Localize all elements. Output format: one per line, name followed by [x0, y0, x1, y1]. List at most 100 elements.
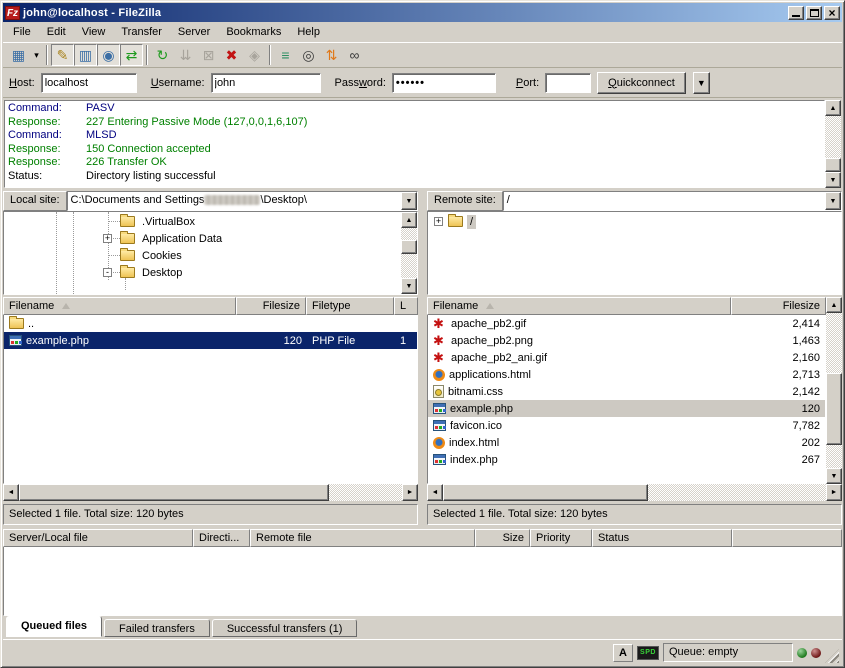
scroll-left-icon[interactable]: ◄ [427, 484, 443, 501]
port-input[interactable] [545, 73, 591, 93]
tree-expander-icon[interactable]: + [103, 234, 112, 243]
column-header[interactable]: Filename [427, 297, 731, 315]
column-header[interactable]: Filetype [306, 297, 394, 315]
synchronized-browsing-button[interactable]: ⇅ [320, 44, 343, 66]
remote-list-hscrollbar[interactable]: ◄ ► [427, 484, 842, 501]
site-manager-button[interactable]: ▦ [7, 44, 30, 66]
menu-server[interactable]: Server [170, 24, 218, 40]
tree-expander-icon[interactable]: + [434, 217, 443, 226]
scrollbar-thumb[interactable] [19, 484, 329, 501]
refresh-button[interactable]: ↻ [151, 44, 174, 66]
column-header[interactable]: Filesize [731, 297, 826, 315]
table-row[interactable]: index.php 267 [428, 451, 825, 468]
table-row[interactable]: applications.html 2,713 [428, 366, 825, 383]
scroll-right-icon[interactable]: ► [826, 484, 842, 501]
cancel-operation-button[interactable]: ⊠ [197, 44, 220, 66]
close-button[interactable]: × [824, 6, 840, 20]
toggle-remote-tree-button[interactable]: ◉ [97, 44, 120, 66]
scrollbar-thumb[interactable] [826, 373, 842, 445]
pane-splitter[interactable] [418, 191, 427, 295]
table-row[interactable]: apache_pb2.png 1,463 [428, 332, 825, 349]
menu-file[interactable]: File [5, 24, 39, 40]
menu-edit[interactable]: Edit [39, 24, 74, 40]
local-path-combobox[interactable]: C:\Documents and Settings\Desktop\ ▼ [67, 191, 418, 211]
table-row[interactable]: .. [4, 315, 417, 332]
chevron-down-icon[interactable]: ▼ [401, 192, 417, 210]
transfer-type-indicator-icon[interactable]: A [613, 644, 633, 662]
scroll-down-icon[interactable]: ▼ [825, 172, 841, 188]
toggle-local-tree-button[interactable]: ▥ [74, 44, 97, 66]
menu-help[interactable]: Help [289, 24, 328, 40]
tree-item[interactable]: - Desktop [4, 264, 401, 281]
tab-failed-transfers[interactable]: Failed transfers [104, 619, 210, 637]
transfer-queue-pane: Server/Local file Directi... Remote file… [3, 529, 842, 616]
table-row[interactable]: example.php 120 [428, 400, 825, 417]
toggle-message-log-button[interactable]: ✎ [51, 44, 74, 66]
column-header[interactable]: Server/Local file [3, 529, 193, 547]
filter-button[interactable]: ≡ [274, 44, 297, 66]
menu-transfer[interactable]: Transfer [113, 24, 170, 40]
scroll-down-icon[interactable]: ▼ [826, 468, 842, 484]
log-scrollbar[interactable]: ▲ ▼ [825, 100, 841, 188]
table-row[interactable]: apache_pb2.gif 2,414 [428, 315, 825, 332]
maximize-button[interactable] [806, 6, 822, 20]
minimize-button[interactable] [788, 6, 804, 20]
scroll-up-icon[interactable]: ▲ [825, 100, 841, 116]
table-row[interactable]: example.php 120 PHP File 1 [4, 332, 417, 349]
column-header[interactable] [732, 529, 842, 547]
toggle-transfer-queue-button[interactable]: ⇄ [120, 44, 143, 66]
tab-queued-files[interactable]: Queued files [6, 616, 102, 637]
scroll-down-icon[interactable]: ▼ [401, 278, 417, 294]
local-list-hscrollbar[interactable]: ◄ ► [3, 484, 418, 501]
tree-expander-icon[interactable]: - [103, 268, 112, 277]
tree-item[interactable]: Cookies [4, 247, 401, 264]
site-manager-dropdown[interactable]: ▾ [30, 44, 43, 66]
username-input[interactable] [211, 73, 321, 93]
column-header[interactable]: Remote file [250, 529, 475, 547]
menu-view[interactable]: View [74, 24, 114, 40]
scrollbar-thumb[interactable] [443, 484, 648, 501]
scroll-left-icon[interactable]: ◄ [3, 484, 19, 501]
column-header[interactable]: Size [475, 529, 530, 547]
quickconnect-dropdown[interactable]: ▼ [693, 72, 710, 94]
table-row[interactable]: apache_pb2_ani.gif 2,160 [428, 349, 825, 366]
scroll-right-icon[interactable]: ► [402, 484, 418, 501]
resize-grip[interactable] [825, 649, 839, 663]
speed-limit-icon[interactable]: SPD [637, 646, 659, 660]
column-header[interactable]: Priority [530, 529, 592, 547]
host-input[interactable] [41, 73, 137, 93]
scrollbar-thumb[interactable] [401, 240, 417, 254]
search-files-button[interactable]: ∞ [343, 44, 366, 66]
menu-bookmarks[interactable]: Bookmarks [218, 24, 289, 40]
quickconnect-button[interactable]: Quickconnect [597, 72, 686, 94]
remote-directory-pane: Remote site: / ▼ + / [427, 191, 842, 295]
directory-comparison-button[interactable]: ◎ [297, 44, 320, 66]
remote-path-combobox[interactable]: / ▼ [503, 191, 842, 211]
column-header[interactable]: Filesize [236, 297, 306, 315]
table-row[interactable]: bitnami.css 2,142 [428, 383, 825, 400]
pane-splitter[interactable] [418, 297, 427, 525]
local-tree-scrollbar[interactable]: ▲ ▼ [401, 212, 417, 294]
reconnect-button[interactable]: ◈ [243, 44, 266, 66]
tab-successful-transfers[interactable]: Successful transfers (1) [212, 619, 358, 637]
remote-list-vscrollbar[interactable]: ▲ ▼ [826, 297, 842, 484]
tree-item[interactable]: .VirtualBox [4, 213, 401, 230]
scroll-up-icon[interactable]: ▲ [826, 297, 842, 313]
disconnect-button[interactable]: ✖ [220, 44, 243, 66]
password-input[interactable] [392, 73, 496, 93]
folder-icon [120, 233, 135, 244]
file-icon [9, 318, 24, 329]
column-header[interactable]: Directi... [193, 529, 250, 547]
scrollbar-thumb[interactable] [825, 158, 841, 172]
column-header[interactable]: Status [592, 529, 732, 547]
column-header[interactable]: Filename [3, 297, 236, 315]
scroll-up-icon[interactable]: ▲ [401, 212, 417, 228]
column-header[interactable]: L [394, 297, 418, 315]
table-row[interactable]: index.html 202 [428, 434, 825, 451]
chevron-down-icon[interactable]: ▼ [825, 192, 841, 210]
process-queue-button[interactable]: ⇊ [174, 44, 197, 66]
tree-item[interactable]: + Application Data [4, 230, 401, 247]
table-row[interactable]: favicon.ico 7,782 [428, 417, 825, 434]
tree-item[interactable]: + / [428, 213, 841, 230]
close-icon: × [828, 8, 835, 18]
